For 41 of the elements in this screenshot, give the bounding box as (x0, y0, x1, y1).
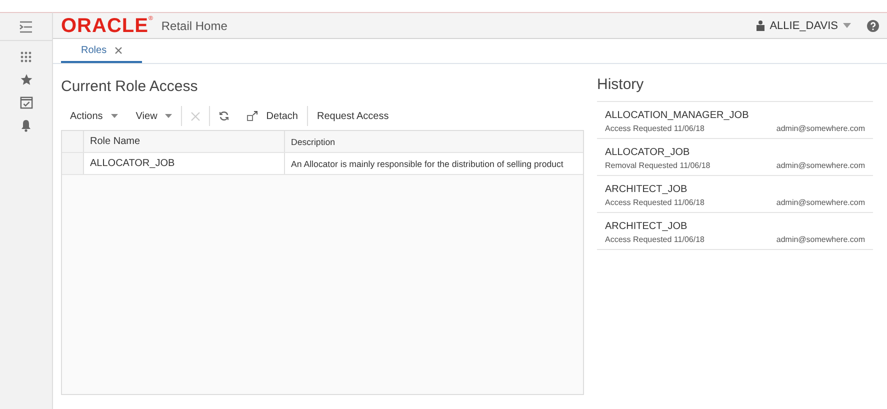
history-user: admin@somewhere.com (776, 124, 865, 133)
request-access-button[interactable]: Request Access (308, 106, 398, 126)
apps-grid-icon[interactable] (20, 51, 32, 63)
menu-toggle-icon[interactable] (19, 20, 33, 32)
close-icon (191, 112, 200, 120)
user-menu[interactable]: ALLIE_DAVIS (756, 20, 859, 32)
table-cell-text: An Allocator is mainly responsible for the distribution of selling product (290, 158, 564, 171)
history-role: ALLOCATION_MANAGER_JOB (605, 110, 750, 121)
help-icon[interactable] (867, 20, 879, 32)
section-title: Current Role Access (61, 78, 199, 95)
history-user: admin@somewhere.com (776, 235, 865, 244)
caret-icon (165, 114, 172, 118)
roles-tab[interactable]: Roles (61, 39, 142, 63)
history-role: ARCHITECT_JOB (605, 221, 688, 232)
column-header[interactable]: Description (285, 131, 583, 152)
menu-button[interactable]: View (126, 106, 182, 126)
history-role: ARCHITECT_JOB (605, 184, 688, 195)
history-title: History (597, 76, 645, 93)
history-action: Removal Requested 11/06/18 (605, 161, 710, 170)
user-icon (756, 20, 765, 31)
history-action: Access Requested 11/06/18 (605, 235, 704, 244)
caret-icon (110, 114, 118, 118)
history-user: admin@somewhere.com (776, 198, 865, 207)
caret-icon (843, 23, 851, 28)
history-role: ALLOCATOR_JOB (605, 147, 691, 158)
refresh-icon (219, 111, 230, 121)
row-header-cell[interactable] (62, 153, 84, 174)
app-title: Retail Home (161, 18, 228, 32)
calendar-check-icon[interactable] (20, 96, 32, 109)
close-icon[interactable] (114, 46, 122, 54)
oracle-logo: ORACLE$^{®}$ (61, 16, 154, 36)
detach-icon (247, 111, 258, 121)
history-action: Access Requested 11/06/18 (605, 124, 704, 133)
column-header[interactable]: Role Name (84, 131, 285, 152)
bell-icon[interactable] (20, 119, 32, 132)
menu-button[interactable]: Actions (61, 106, 127, 126)
table-cell: ALLOCATOR_JOB (84, 153, 285, 174)
star-icon[interactable] (20, 73, 32, 86)
history-user: admin@somewhere.com (776, 161, 865, 170)
history-action: Access Requested 11/06/18 (605, 198, 704, 207)
detach-button[interactable]: Detach (238, 106, 307, 126)
